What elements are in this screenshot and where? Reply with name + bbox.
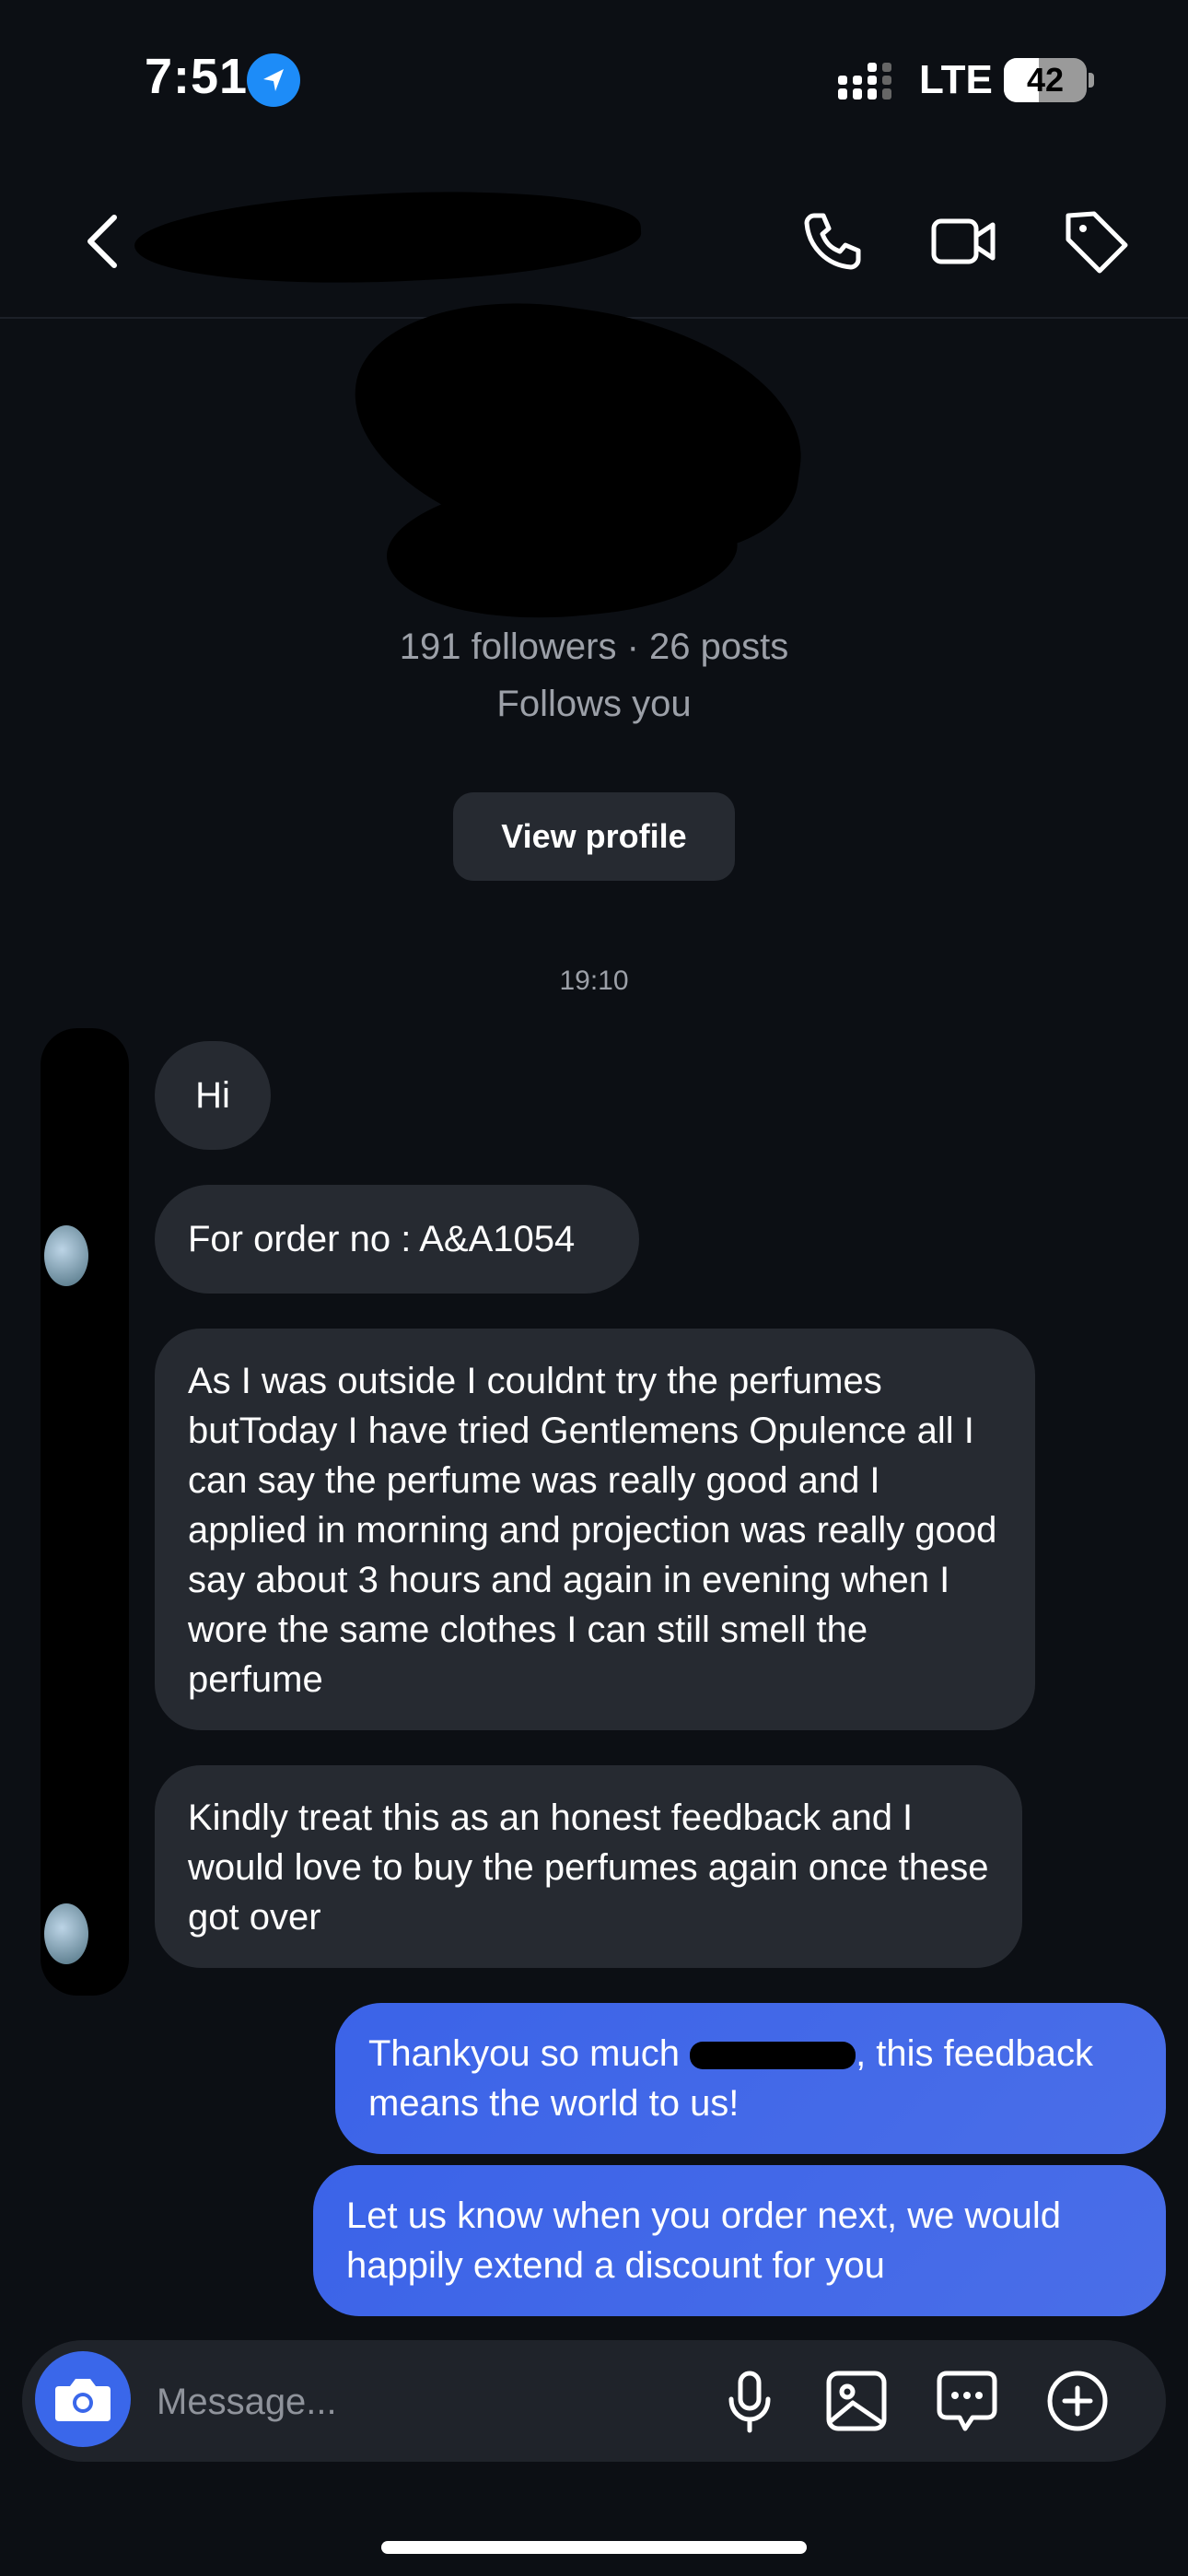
gallery-icon xyxy=(826,2371,887,2431)
status-time: 7:51 xyxy=(145,49,249,104)
plus-icon xyxy=(1047,2371,1108,2431)
back-icon xyxy=(87,215,117,268)
message-text-part: Thankyou so much xyxy=(368,2033,691,2074)
redacted-name xyxy=(690,2042,856,2070)
mic-icon xyxy=(728,2371,771,2433)
message-input[interactable] xyxy=(155,2373,674,2430)
phone-icon xyxy=(804,213,861,270)
video-call-button[interactable] xyxy=(928,206,998,276)
tag-icon xyxy=(1066,211,1128,274)
home-indicator xyxy=(381,2541,807,2554)
battery-icon: 42 xyxy=(1004,58,1087,102)
incoming-message[interactable]: For order no : A&A1054 xyxy=(155,1185,639,1294)
redacted-avatar-column xyxy=(41,1028,129,1996)
signal-icon xyxy=(836,61,899,101)
profile-stats: 191 followers · 26 posts xyxy=(399,626,789,667)
add-button[interactable] xyxy=(1042,2366,1112,2436)
sticker-button[interactable] xyxy=(932,2366,1002,2436)
network-type: LTE xyxy=(919,57,993,102)
video-icon xyxy=(931,218,996,264)
location-arrow-icon xyxy=(247,53,300,107)
incoming-message[interactable]: Hi xyxy=(155,1041,271,1150)
message-timestamp: 19:10 xyxy=(559,966,629,996)
battery-tip xyxy=(1089,73,1094,88)
outgoing-message[interactable]: Let us know when you order next, we woul… xyxy=(313,2165,1166,2316)
incoming-message[interactable]: Kindly treat this as an honest feedback … xyxy=(155,1765,1022,1968)
avatar[interactable] xyxy=(44,1225,88,1286)
view-profile-button[interactable]: View profile xyxy=(453,792,735,881)
camera-icon xyxy=(55,2379,111,2421)
tag-button[interactable] xyxy=(1061,206,1131,276)
outgoing-message[interactable]: Thankyou so much , this feedback means t… xyxy=(335,2003,1166,2154)
sticker-icon xyxy=(937,2371,997,2431)
mic-button[interactable] xyxy=(715,2366,785,2436)
incoming-message[interactable]: As I was outside I couldnt try the perfu… xyxy=(155,1329,1035,1730)
gallery-button[interactable] xyxy=(821,2366,891,2436)
camera-button[interactable] xyxy=(35,2351,131,2447)
follows-you-label: Follows you xyxy=(496,684,692,724)
call-button[interactable] xyxy=(798,206,868,276)
avatar[interactable] xyxy=(44,1903,88,1964)
battery-level: 42 xyxy=(1026,61,1065,99)
back-button[interactable] xyxy=(72,206,142,276)
